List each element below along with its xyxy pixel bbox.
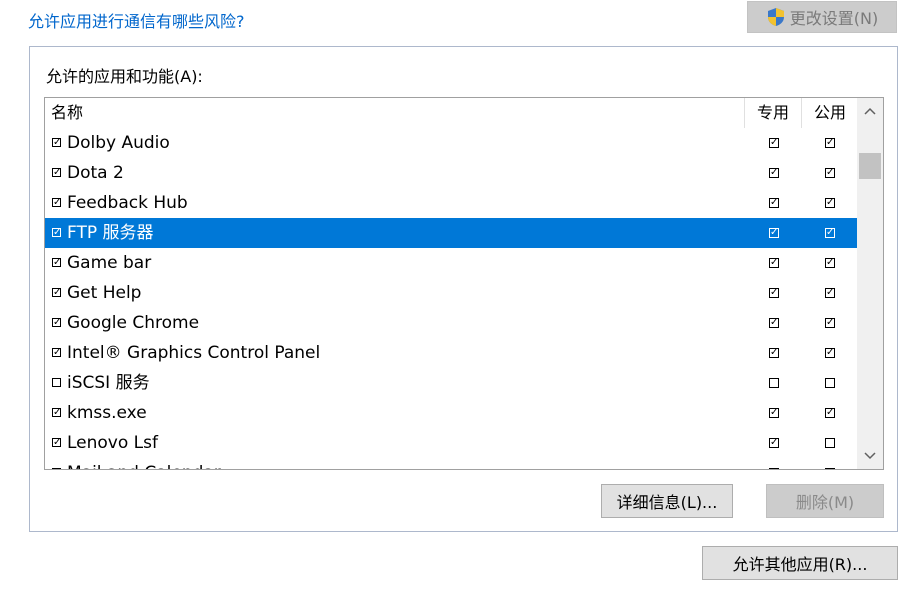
app-enabled-checkbox[interactable]: ✓ [52, 288, 61, 298]
public-checkbox[interactable]: ✓ [825, 138, 835, 148]
app-enabled-checkbox[interactable]: ✓ [52, 168, 61, 178]
public-checkbox[interactable]: ✓ [825, 258, 835, 268]
private-checkbox[interactable]: ✓ [769, 348, 779, 358]
table-row[interactable]: ✓ Game bar ✓ ✓ [45, 248, 857, 278]
private-checkbox[interactable]: ✓ [769, 198, 779, 208]
private-checkbox[interactable]: ✓ [769, 138, 779, 148]
app-name: Mail and Calendar [67, 458, 221, 469]
public-checkbox[interactable]: ✓ [825, 198, 835, 208]
table-row[interactable]: ✓ Feedback Hub ✓ ✓ [45, 188, 857, 218]
allowed-apps-list[interactable]: 名称 专用 公用 ✓ Dolby Audio ✓ ✓ ✓ Dota 2 ✓ ✓ ✓ Feedbac… [44, 97, 884, 470]
private-checkbox[interactable]: ✓ [769, 438, 779, 448]
app-enabled-checkbox[interactable]: ✓ [52, 438, 61, 448]
app-name: Game bar [67, 253, 152, 273]
private-checkbox[interactable]: ✓ [769, 288, 779, 298]
table-row[interactable]: ✓ Lenovo Lsf ✓ [45, 428, 857, 458]
app-name: Google Chrome [67, 313, 200, 333]
public-checkbox[interactable]: ✓ [825, 408, 835, 418]
app-enabled-checkbox[interactable]: ✓ [52, 468, 61, 469]
private-checkbox[interactable]: ✓ [769, 168, 779, 178]
allowed-apps-group: 允许的应用和功能(A): 名称 专用 公用 ✓ Dolby Audio ✓ ✓ ✓ Dot… [29, 46, 898, 532]
app-name: FTP 服务器 [67, 223, 154, 243]
chevron-down-icon[interactable] [857, 443, 883, 469]
chevron-up-icon[interactable] [857, 98, 883, 124]
app-name: Dota 2 [67, 163, 124, 183]
app-enabled-checkbox[interactable]: ✓ [52, 138, 61, 148]
uac-shield-icon [767, 8, 784, 26]
table-row[interactable]: iSCSI 服务 [45, 368, 857, 398]
table-row[interactable]: ✓ FTP 服务器 ✓ ✓ [45, 218, 857, 248]
allow-other-app-button[interactable]: 允许其他应用(R)... [702, 546, 898, 580]
public-checkbox[interactable] [825, 438, 835, 448]
table-row[interactable]: ✓ Dota 2 ✓ ✓ [45, 158, 857, 188]
table-row[interactable]: ✓ Dolby Audio ✓ ✓ [45, 128, 857, 158]
vertical-scrollbar[interactable] [857, 98, 883, 469]
app-name: Lenovo Lsf [67, 433, 158, 453]
table-row[interactable]: ✓ Mail and Calendar ✓ ✓ [45, 458, 857, 469]
app-enabled-checkbox[interactable]: ✓ [52, 318, 61, 328]
app-enabled-checkbox[interactable] [52, 378, 61, 387]
public-checkbox[interactable]: ✓ [825, 468, 835, 469]
column-header-private[interactable]: 专用 [744, 98, 801, 128]
app-enabled-checkbox[interactable]: ✓ [52, 198, 61, 208]
app-name: Dolby Audio [67, 133, 170, 153]
app-name: Get Help [67, 283, 142, 303]
app-enabled-checkbox[interactable]: ✓ [52, 228, 61, 238]
private-checkbox[interactable]: ✓ [769, 468, 779, 469]
app-name: Feedback Hub [67, 193, 188, 213]
table-row[interactable]: ✓ Get Help ✓ ✓ [45, 278, 857, 308]
public-checkbox[interactable]: ✓ [825, 168, 835, 178]
risk-info-link[interactable]: 允许应用进行通信有哪些风险? [28, 8, 245, 32]
details-button[interactable]: 详细信息(L)... [601, 484, 733, 518]
private-checkbox[interactable]: ✓ [769, 228, 779, 238]
remove-button[interactable]: 删除(M) [766, 484, 884, 518]
public-checkbox[interactable]: ✓ [825, 288, 835, 298]
app-rows: ✓ Dolby Audio ✓ ✓ ✓ Dota 2 ✓ ✓ ✓ Feedback Hub ✓ ✓ ✓ F… [45, 128, 857, 469]
table-row[interactable]: ✓ kmss.exe ✓ ✓ [45, 398, 857, 428]
app-enabled-checkbox[interactable]: ✓ [52, 408, 61, 418]
table-row[interactable]: ✓ Google Chrome ✓ ✓ [45, 308, 857, 338]
app-enabled-checkbox[interactable]: ✓ [52, 348, 61, 358]
list-header: 名称 专用 公用 [45, 98, 857, 128]
app-enabled-checkbox[interactable]: ✓ [52, 258, 61, 268]
change-settings-button[interactable]: 更改设置(N) [747, 1, 897, 33]
public-checkbox[interactable]: ✓ [825, 228, 835, 238]
scrollbar-thumb[interactable] [859, 153, 881, 179]
public-checkbox[interactable]: ✓ [825, 318, 835, 328]
allowed-apps-label: 允许的应用和功能(A): [46, 67, 203, 86]
column-header-public[interactable]: 公用 [801, 98, 858, 128]
private-checkbox[interactable] [769, 378, 779, 388]
private-checkbox[interactable]: ✓ [769, 408, 779, 418]
private-checkbox[interactable]: ✓ [769, 258, 779, 268]
app-name: iSCSI 服务 [67, 373, 150, 393]
app-name: kmss.exe [67, 403, 147, 423]
app-name: Intel® Graphics Control Panel [67, 343, 321, 363]
public-checkbox[interactable]: ✓ [825, 348, 835, 358]
change-settings-label: 更改设置(N) [789, 9, 879, 28]
table-row[interactable]: ✓ Intel® Graphics Control Panel ✓ ✓ [45, 338, 857, 368]
public-checkbox[interactable] [825, 378, 835, 388]
private-checkbox[interactable]: ✓ [769, 318, 779, 328]
column-header-name[interactable]: 名称 [51, 98, 83, 128]
